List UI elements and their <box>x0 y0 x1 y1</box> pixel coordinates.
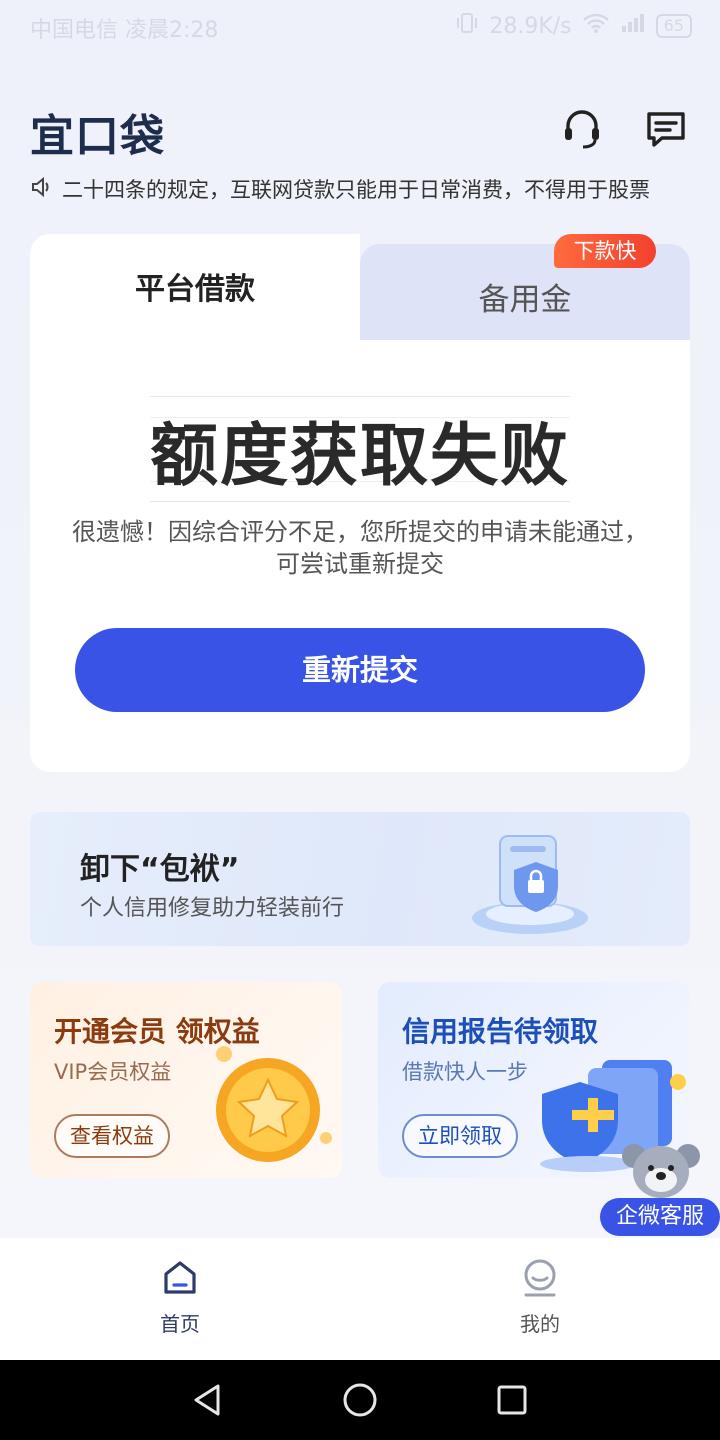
fast-badge: 下款快 <box>554 234 656 268</box>
nav-mine-label: 我的 <box>520 1312 560 1336</box>
claim-now-button[interactable]: 立即领取 <box>402 1114 518 1158</box>
status-bar: 中国电信 凌晨2:28 28.9K/s 65 <box>0 0 720 52</box>
tab-platform-loan[interactable]: 平台借款 <box>30 264 360 308</box>
notice-text: 二十四条的规定，互联网贷款只能用于日常消费，不得用于股票 <box>62 178 650 202</box>
battery-icon: 65 <box>655 14 692 38</box>
status-right: 28.9K/s 65 <box>455 12 692 40</box>
app-logo: 宜口袋 <box>30 111 165 162</box>
nav-mine[interactable]: 我的 <box>480 1258 600 1337</box>
vip-promo-card[interactable]: 开通会员 领权益 VIP会员权益 查看权益 <box>30 982 342 1178</box>
home-icon <box>160 1261 200 1302</box>
network-speed: 28.9K/s <box>489 13 572 39</box>
view-benefits-button[interactable]: 查看权益 <box>54 1114 170 1158</box>
star-coin-icon <box>206 1042 336 1176</box>
speaker-icon <box>30 176 52 203</box>
shield-lock-illustration <box>460 818 600 942</box>
banner-title: 卸下“包袱” <box>80 852 240 887</box>
bottom-nav: 首页 我的 <box>0 1238 720 1360</box>
message-icon[interactable] <box>644 106 688 150</box>
wifi-icon <box>582 12 610 40</box>
banner-subtitle: 个人信用修复助力轻装前行 <box>80 896 345 921</box>
customer-service-float[interactable]: 企微客服 <box>600 1136 720 1240</box>
loan-card: 平台借款 备用金 下款快 额度获取失败 很遗憾！因综合评分不足，您所提交的申请未… <box>30 234 690 772</box>
recents-icon[interactable] <box>496 1384 528 1420</box>
system-nav-bar <box>0 1360 720 1440</box>
report-promo-title: 信用报告待领取 <box>402 1015 599 1048</box>
tab-reserve-fund[interactable]: 备用金 <box>360 274 690 319</box>
notice-marquee[interactable]: 二十四条的规定，互联网贷款只能用于日常消费，不得用于股票 <box>30 172 690 206</box>
result-description: 很遗憾！因综合评分不足，您所提交的申请未能通过，可尝试重新提交 <box>72 518 648 578</box>
signal-icon <box>620 12 646 40</box>
vibrate-icon <box>455 12 479 40</box>
back-icon[interactable] <box>190 1382 224 1422</box>
home-circle-icon[interactable] <box>342 1382 378 1422</box>
profile-icon <box>520 1259 560 1302</box>
nav-home[interactable]: 首页 <box>120 1258 240 1337</box>
nav-home-label: 首页 <box>160 1312 200 1336</box>
customer-service-label: 企微客服 <box>600 1198 720 1236</box>
vip-promo-subtitle: VIP会员权益 <box>54 1060 172 1084</box>
result-title: 额度获取失败 <box>150 417 571 496</box>
headset-icon[interactable] <box>560 106 604 150</box>
app-header: 宜口袋 <box>0 96 720 162</box>
status-carrier-time: 中国电信 凌晨2:28 <box>30 18 219 43</box>
koala-mascot-icon <box>622 1136 700 1204</box>
report-promo-subtitle: 借款快人一步 <box>402 1060 528 1084</box>
credit-repair-banner[interactable]: 卸下“包袱” 个人信用修复助力轻装前行 <box>30 812 690 946</box>
resubmit-button[interactable]: 重新提交 <box>75 628 645 712</box>
